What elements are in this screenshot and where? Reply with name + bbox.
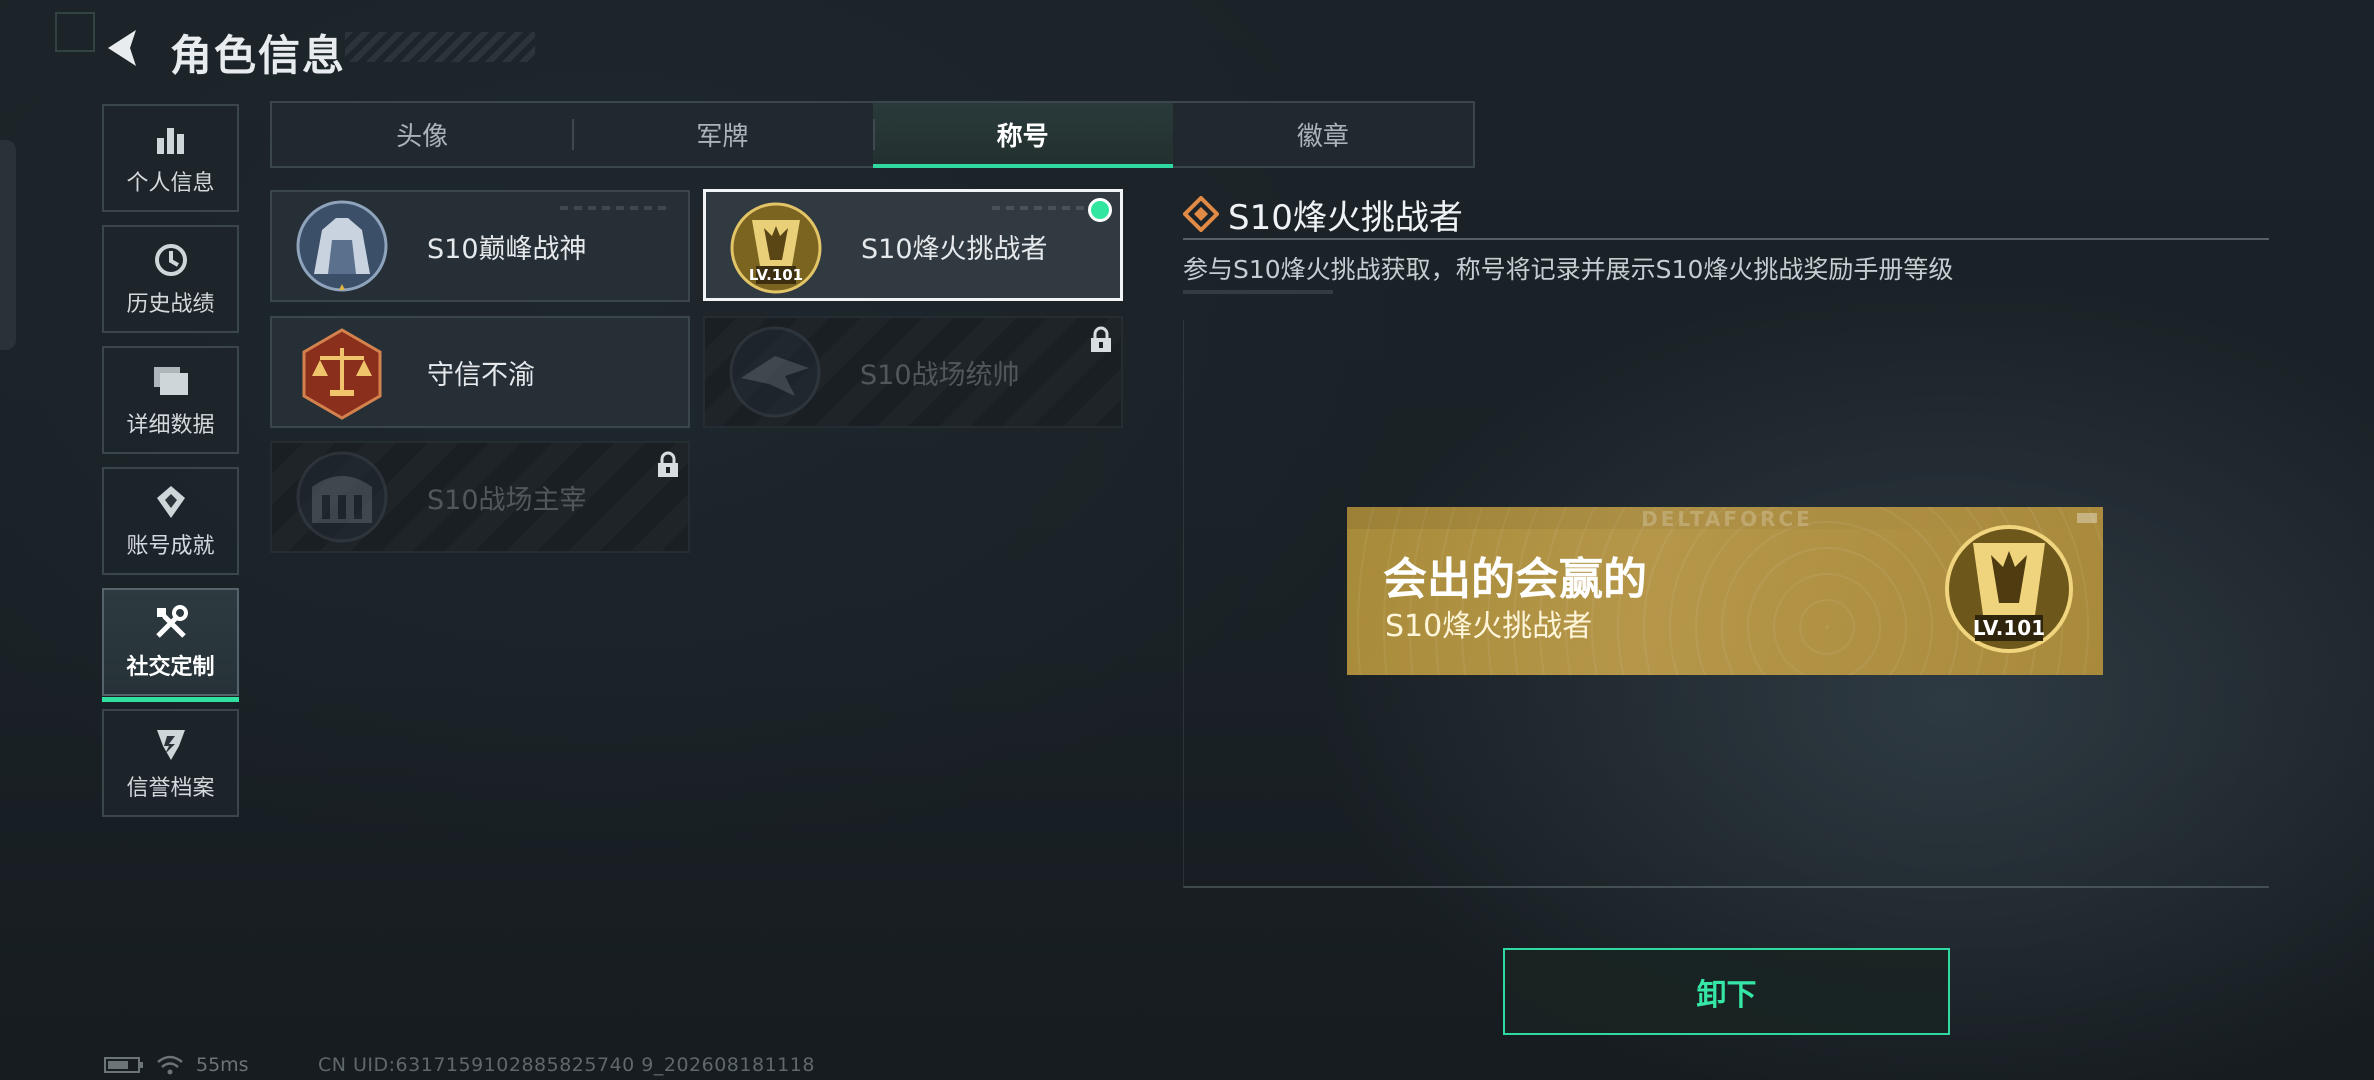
title-card-s10-peak[interactable]: S10巅峰战神 — [270, 190, 690, 302]
ping-value: 55ms — [196, 1054, 249, 1076]
tab-dogtag[interactable]: 军牌 — [572, 103, 872, 166]
commander-badge-icon — [729, 326, 821, 418]
lock-icon — [658, 451, 678, 477]
title-name: S10战场统帅 — [860, 359, 1020, 391]
sidebar-item-label: 历史战绩 — [126, 292, 215, 317]
title-name: S10战场主宰 — [427, 484, 587, 516]
sidebar-item-achievements[interactable]: 账号成就 — [102, 467, 239, 575]
bar-chart-icon — [149, 119, 193, 159]
uid-text: CN UID:6317159102885825740 9_20260818111… — [318, 1054, 815, 1076]
title-decoration — [345, 32, 535, 62]
sidebar-item-label: 个人信息 — [126, 171, 215, 196]
title-card-s10-challenger[interactable]: LV.101 S10烽火挑战者 — [703, 189, 1123, 301]
corner-decoration — [55, 12, 95, 52]
title-name: S10巅峰战神 — [427, 233, 587, 265]
lock-icon — [1091, 326, 1111, 352]
sidebar-item-credit-record[interactable]: 信誉档案 — [102, 709, 239, 817]
detail-divider — [1183, 238, 2269, 240]
nameplate-title: S10烽火挑战者 — [1385, 609, 1593, 644]
shield-icon — [149, 724, 193, 764]
nameplate-brand: DELTAFORCE — [1641, 507, 1813, 531]
peak-badge-icon — [296, 200, 388, 292]
title-card-trustworthy[interactable]: 守信不渝 — [270, 316, 690, 428]
sidebar-item-label: 账号成就 — [126, 534, 215, 559]
tab-badge[interactable]: 徽章 — [1173, 103, 1473, 166]
sidebar-item-personal-info[interactable]: 个人信息 — [102, 104, 239, 212]
detail-title: S10烽火挑战者 — [1228, 198, 1463, 238]
back-arrow-icon[interactable] — [100, 26, 144, 70]
nameplate-badge-level: LV.101 — [1973, 616, 2045, 640]
sidebar-item-history[interactable]: 历史战绩 — [102, 225, 239, 333]
tab-title[interactable]: 称号 — [872, 103, 1174, 168]
svg-text:LV.101: LV.101 — [749, 266, 803, 284]
badge-level-prefix: LV. — [749, 266, 772, 284]
detail-underline — [1183, 290, 1333, 294]
achievement-icon — [149, 482, 193, 522]
scales-badge-icon — [302, 328, 382, 420]
tab-bar: 头像 军牌 称号 徽章 — [270, 101, 1475, 168]
title-name: S10烽火挑战者 — [861, 233, 1048, 265]
tools-icon — [149, 603, 193, 643]
dominator-badge-icon — [296, 451, 388, 543]
title-card-s10-dominator[interactable]: S10战场主宰 — [270, 441, 690, 553]
edge-handle — [0, 140, 16, 350]
title-name: 守信不渝 — [427, 359, 535, 391]
unequip-button[interactable]: 卸下 — [1503, 948, 1950, 1035]
tab-avatar[interactable]: 头像 — [272, 103, 572, 166]
sidebar-item-detailed-data[interactable]: 详细数据 — [102, 346, 239, 454]
sidebar-item-social-custom[interactable]: 社交定制 — [102, 588, 239, 702]
nameplate-preview: DELTAFORCE 会出的会赢的 S10烽火挑战者 LV.101 — [1347, 507, 2103, 675]
title-diamond-icon — [1183, 196, 1219, 232]
sidebar-item-label: 详细数据 — [126, 413, 215, 438]
folder-icon — [149, 361, 193, 401]
detail-description: 参与S10烽火挑战获取，称号将记录并展示S10烽火挑战奖励手册等级 — [1183, 255, 1954, 284]
page-title: 角色信息 — [170, 31, 347, 80]
badge-level: 101 — [772, 266, 803, 284]
challenger-badge-icon: LV.101 — [1945, 525, 2073, 653]
equipped-indicator — [1088, 198, 1112, 222]
sidebar-item-label: 信誉档案 — [126, 776, 215, 801]
nameplate-corner — [2077, 513, 2097, 523]
sidebar-item-label: 社交定制 — [126, 655, 215, 680]
player-name: 会出的会赢的 — [1383, 554, 1647, 605]
wifi-icon — [157, 1055, 183, 1075]
title-card-s10-commander[interactable]: S10战场统帅 — [703, 316, 1123, 428]
history-icon — [149, 240, 193, 280]
battery-icon — [104, 1057, 143, 1073]
challenger-badge-icon: LV.101 — [730, 202, 822, 294]
status-bar: 55ms — [104, 1054, 249, 1076]
